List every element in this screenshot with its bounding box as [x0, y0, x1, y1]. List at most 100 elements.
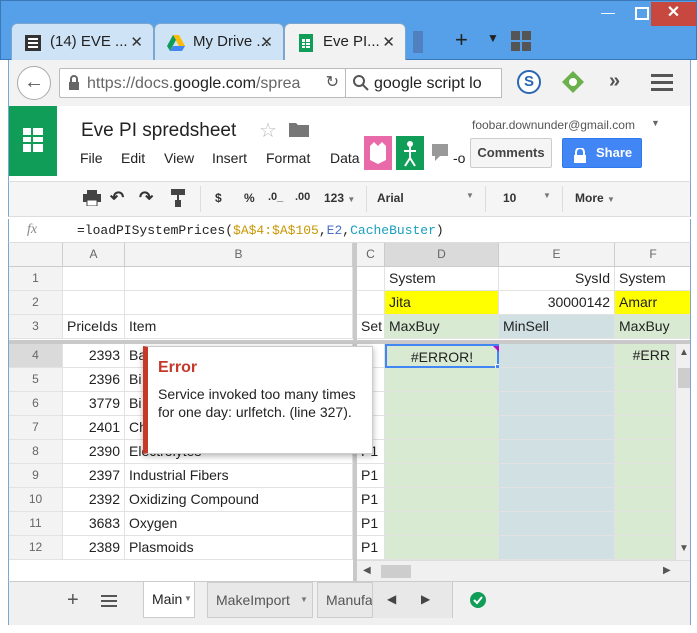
- column-header-a[interactable]: A: [63, 243, 125, 267]
- cell-a6[interactable]: 3779: [63, 392, 125, 416]
- browser-tab-sheet[interactable]: Eve PI... ✕: [284, 23, 406, 61]
- scroll-left-icon[interactable]: ◀: [387, 592, 396, 606]
- chevron-down-icon[interactable]: ▼: [466, 191, 474, 200]
- row-header[interactable]: 12: [9, 536, 63, 560]
- row-header[interactable]: 1: [9, 267, 63, 291]
- sheets-logo[interactable]: [9, 106, 57, 176]
- cell-c12[interactable]: P1: [357, 536, 385, 560]
- cell-d2[interactable]: Jita: [385, 291, 499, 315]
- cell-e9[interactable]: [499, 464, 615, 488]
- cell-f2[interactable]: Amarr: [615, 291, 690, 315]
- chevron-down-icon[interactable]: ▼: [543, 191, 551, 200]
- row-header[interactable]: 9: [9, 464, 63, 488]
- search-input[interactable]: google script lo: [345, 68, 502, 98]
- cell-a3[interactable]: PriceIds: [63, 315, 125, 339]
- new-tab-icon[interactable]: +: [455, 27, 468, 53]
- column-header-f[interactable]: F: [615, 243, 690, 267]
- share-button[interactable]: Share: [562, 138, 642, 168]
- cell-f8[interactable]: [615, 440, 675, 464]
- folder-icon[interactable]: [289, 121, 309, 142]
- menu-insert[interactable]: Insert: [212, 150, 247, 166]
- back-button[interactable]: ←: [17, 66, 51, 100]
- close-window-button[interactable]: ✕: [651, 2, 696, 26]
- close-icon[interactable]: ✕: [260, 33, 273, 51]
- cell-e2[interactable]: 30000142: [499, 291, 615, 315]
- column-header-d[interactable]: D: [385, 243, 499, 267]
- cell-e4[interactable]: [499, 344, 615, 368]
- cell-f5[interactable]: [615, 368, 675, 392]
- cell-a10[interactable]: 2392: [63, 488, 125, 512]
- cell-e5[interactable]: [499, 368, 615, 392]
- evernote-icon[interactable]: [561, 70, 585, 99]
- cell-a1[interactable]: [63, 267, 125, 291]
- font-select[interactable]: Arial: [377, 191, 404, 205]
- cell-a7[interactable]: 2401: [63, 416, 125, 440]
- scroll-right-icon[interactable]: ▶: [421, 592, 430, 606]
- comment-bubble-icon[interactable]: [430, 142, 452, 164]
- sheet-tab-manufa[interactable]: Manufa: [317, 582, 373, 618]
- cell-d6[interactable]: [385, 392, 499, 416]
- scroll-left-icon[interactable]: ◀: [363, 565, 371, 576]
- font-size-select[interactable]: 10: [503, 191, 516, 205]
- overflow-icon[interactable]: »: [609, 70, 620, 93]
- sheet-list-icon[interactable]: [101, 594, 117, 613]
- menu-edit[interactable]: Edit: [121, 150, 145, 166]
- tab-overflow-icon[interactable]: [413, 31, 423, 53]
- cell-d5[interactable]: [385, 368, 499, 392]
- row-header[interactable]: 11: [9, 512, 63, 536]
- cell-c11[interactable]: P1: [357, 512, 385, 536]
- row-header[interactable]: 8: [9, 440, 63, 464]
- extension-fox-icon[interactable]: [364, 136, 392, 170]
- cell-b2[interactable]: [125, 291, 353, 315]
- cell-e7[interactable]: [499, 416, 615, 440]
- row-header[interactable]: 2: [9, 291, 63, 315]
- sheet-tab-main[interactable]: Main ▼: [143, 582, 195, 618]
- cell-c10[interactable]: P1: [357, 488, 385, 512]
- cell-b3[interactable]: Item: [125, 315, 353, 339]
- scroll-up-icon[interactable]: ▲: [679, 347, 689, 358]
- paint-format-icon[interactable]: [171, 189, 185, 210]
- cell-d12[interactable]: [385, 536, 499, 560]
- cell-d9[interactable]: [385, 464, 499, 488]
- cell-c9[interactable]: P1: [357, 464, 385, 488]
- cell-d8[interactable]: [385, 440, 499, 464]
- extension-s-icon[interactable]: S: [517, 70, 541, 94]
- cell-d7[interactable]: [385, 416, 499, 440]
- row-header[interactable]: 3: [9, 315, 63, 339]
- close-icon[interactable]: ✕: [130, 33, 143, 51]
- cell-f11[interactable]: [615, 512, 675, 536]
- close-icon[interactable]: ✕: [382, 33, 395, 51]
- cell-d4-selected[interactable]: #ERROR!: [385, 344, 499, 368]
- row-header[interactable]: 10: [9, 488, 63, 512]
- star-icon[interactable]: ☆: [259, 118, 277, 143]
- cell-e8[interactable]: [499, 440, 615, 464]
- browser-tab-eve[interactable]: (14) EVE ... ✕: [11, 23, 154, 61]
- cell-e1[interactable]: SysId: [499, 267, 615, 291]
- row-header[interactable]: 5: [9, 368, 63, 392]
- doc-title[interactable]: Eve PI spredsheet: [81, 120, 236, 142]
- extension-walker-icon[interactable]: [396, 136, 424, 170]
- cell-a4[interactable]: 2393: [63, 344, 125, 368]
- column-header-c[interactable]: C: [357, 243, 385, 267]
- cell-c2[interactable]: [357, 291, 385, 315]
- cell-d1[interactable]: System: [385, 267, 499, 291]
- cell-f4[interactable]: #ERR: [615, 344, 675, 368]
- cell-d11[interactable]: [385, 512, 499, 536]
- cell-f6[interactable]: [615, 392, 675, 416]
- cell-d10[interactable]: [385, 488, 499, 512]
- url-bar[interactable]: https://docs.google.com/sprea ↻: [59, 68, 346, 98]
- scroll-down-icon[interactable]: ▼: [679, 543, 689, 554]
- minimize-button[interactable]: —: [591, 2, 625, 26]
- cell-f3[interactable]: MaxBuy: [615, 315, 690, 339]
- add-sheet-icon[interactable]: +: [67, 589, 79, 612]
- cell-a8[interactable]: 2390: [63, 440, 125, 464]
- decrease-decimal-button[interactable]: .0_: [268, 191, 283, 203]
- cell-b9[interactable]: Industrial Fibers: [125, 464, 353, 488]
- column-header-e[interactable]: E: [499, 243, 615, 267]
- menu-data[interactable]: Data: [330, 150, 360, 166]
- cell-a12[interactable]: 2389: [63, 536, 125, 560]
- scroll-right-icon[interactable]: ▶: [663, 565, 671, 576]
- cell-f1[interactable]: System: [615, 267, 690, 291]
- cell-c3[interactable]: Set: [357, 315, 385, 339]
- chevron-down-icon[interactable]: ▼: [651, 118, 660, 128]
